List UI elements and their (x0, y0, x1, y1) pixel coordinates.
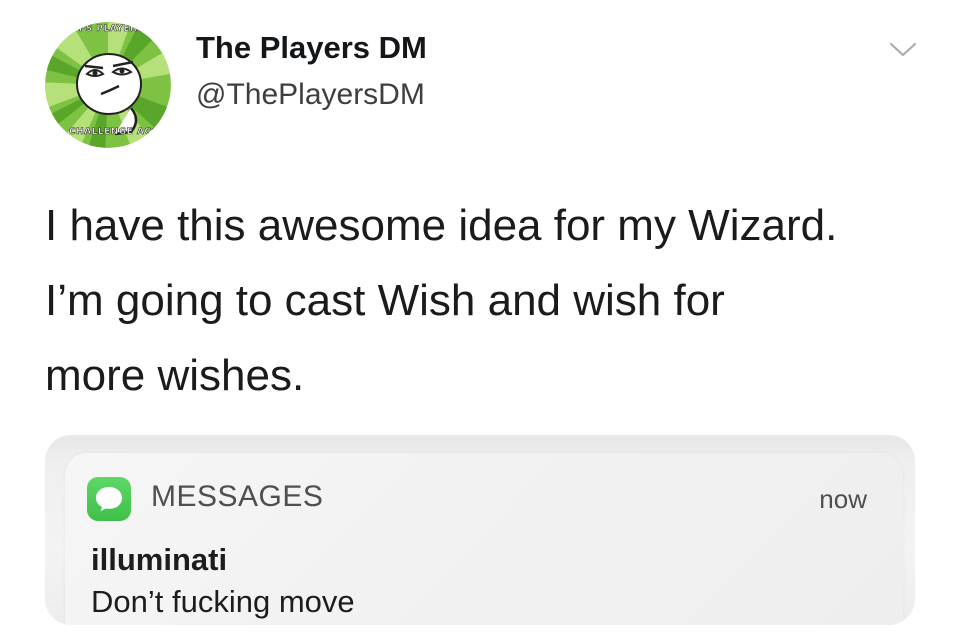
notification-time: now (819, 484, 867, 514)
avatar[interactable]: THE THAT APPS PLAYERS AND DM'S? CHALLENG… (45, 22, 171, 148)
author-handle[interactable]: @ThePlayersDM (196, 78, 425, 112)
avatar-caption-top: THE THAT APPS PLAYERS AND DM'S? (45, 24, 171, 34)
tweet-text-line: I have this awesome idea for my Wizard. (45, 201, 838, 250)
notification-message: Don’t fucking move (91, 584, 355, 619)
messages-icon (87, 477, 131, 521)
challenge-accepted-avatar-icon: THE THAT APPS PLAYERS AND DM'S? CHALLENG… (45, 22, 171, 148)
tweet: THE THAT APPS PLAYERS AND DM'S? CHALLENG… (0, 0, 960, 639)
chevron-down-icon[interactable] (888, 40, 918, 60)
avatar-caption-bottom: CHALLENGE ACCEPTED (69, 127, 171, 137)
tweet-text-line: more wishes. (45, 351, 305, 400)
notification-sender: illuminati (91, 542, 228, 577)
tweet-text-line: I’m going to cast Wish and wish for (45, 276, 725, 325)
attached-image[interactable]: MESSAGES now illuminati Don’t fucking mo… (45, 435, 915, 625)
tweet-text: I have this awesome idea for my Wizard. … (45, 188, 935, 413)
author-name[interactable]: The Players DM (196, 30, 427, 66)
notification-app-name: MESSAGES (151, 480, 324, 513)
notification-card: MESSAGES now illuminati Don’t fucking mo… (65, 453, 903, 625)
